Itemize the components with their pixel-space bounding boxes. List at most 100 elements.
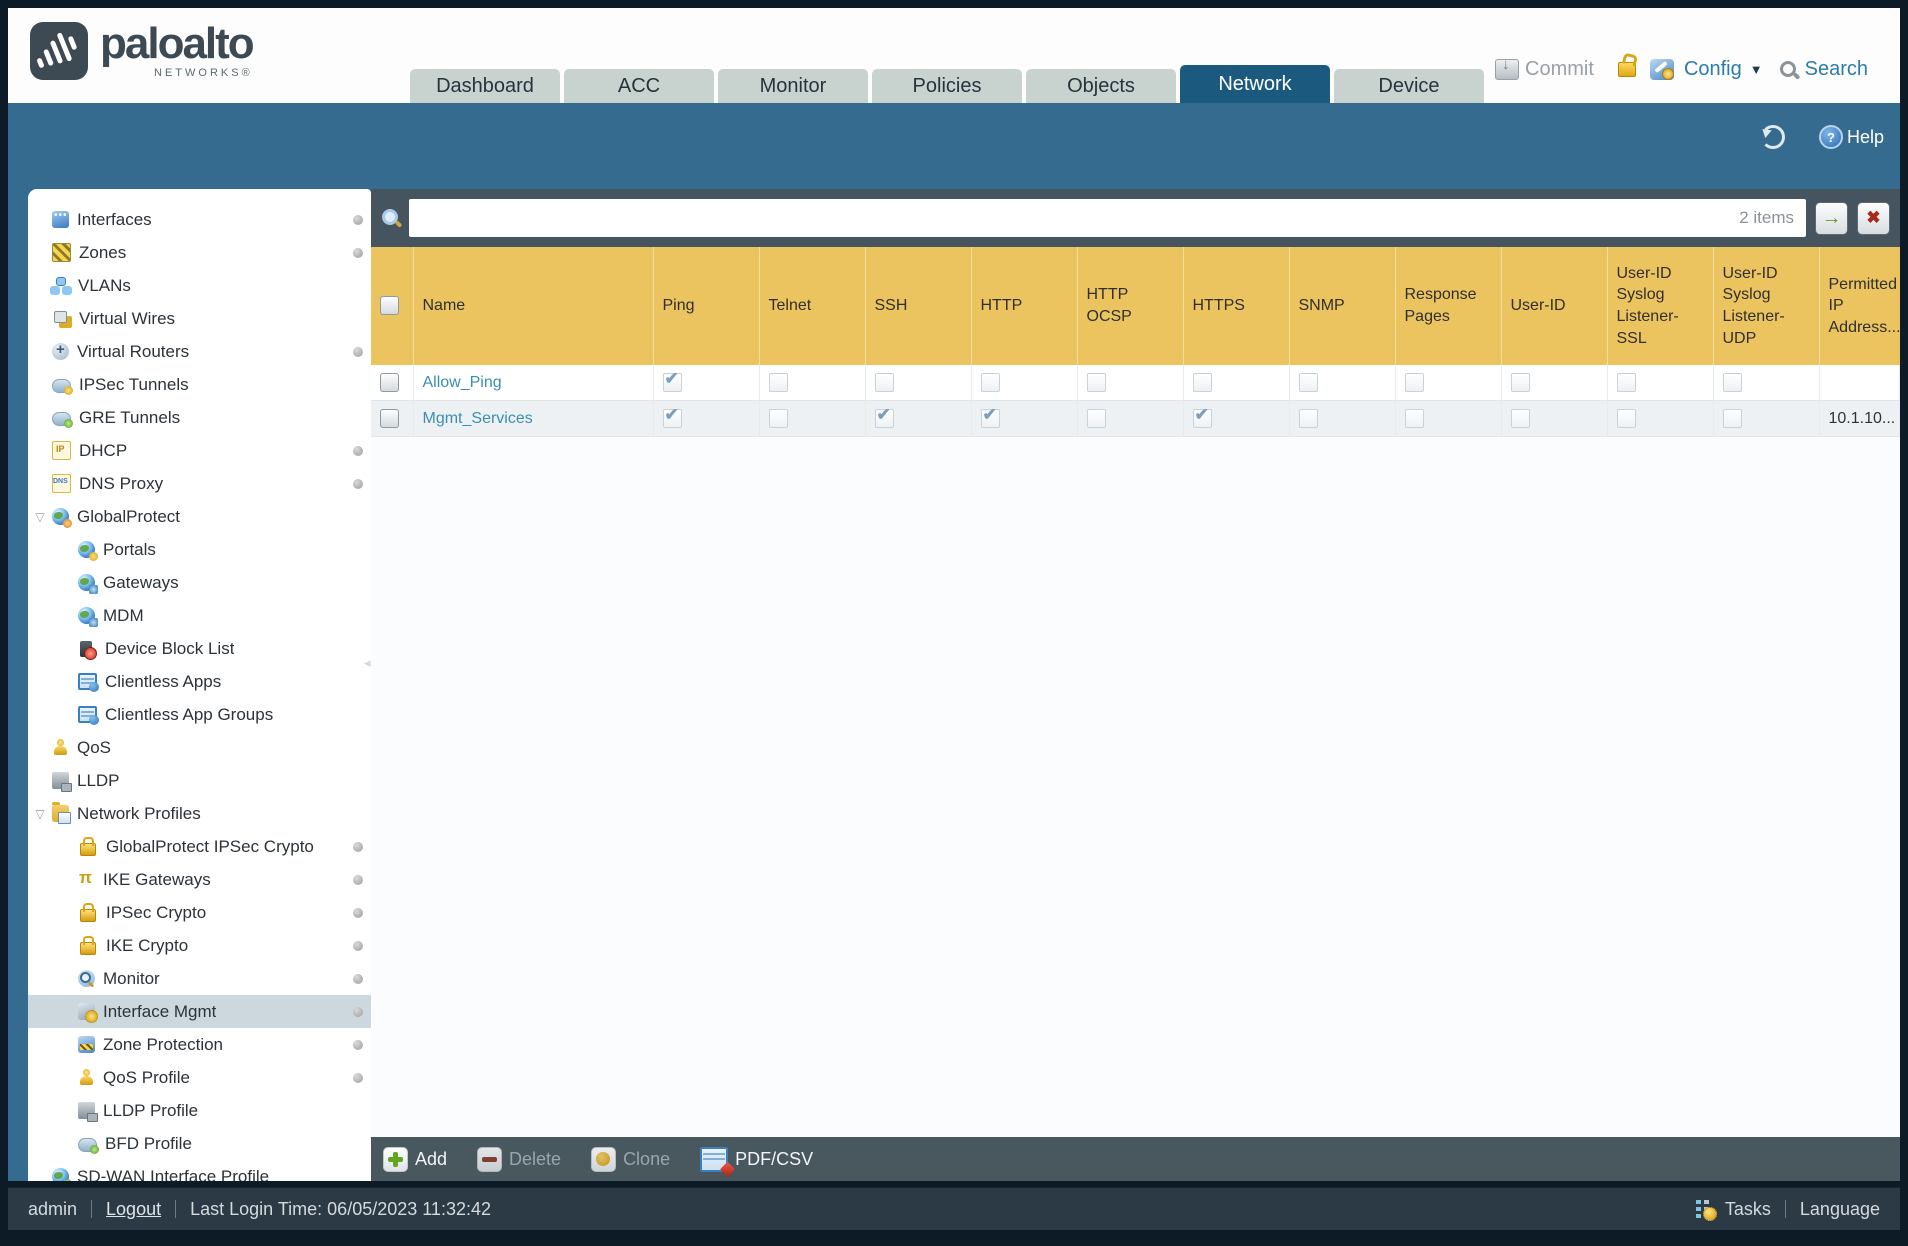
sidebar-item-virtual-routers[interactable]: Virtual Routers bbox=[28, 335, 371, 368]
http-ocsp-checkbox bbox=[1086, 373, 1106, 392]
lldp-profile-icon bbox=[78, 1102, 98, 1122]
column-header-response-pages[interactable]: Response Pages bbox=[1395, 247, 1502, 365]
status-dot bbox=[353, 1039, 363, 1050]
sidebar-item-globalprotect[interactable]: GlobalProtect bbox=[28, 500, 371, 533]
network-profiles-icon bbox=[52, 802, 71, 824]
status-dot bbox=[353, 874, 363, 885]
sidebar-item-ike-gateways[interactable]: IKE Gateways bbox=[28, 863, 371, 896]
sidebar-item-globalprotect-ipsec-crypto[interactable]: GlobalProtect IPSec Crypto bbox=[28, 830, 371, 863]
sidebar-item-sdwan-interface-profile[interactable]: SD-WAN Interface Profile bbox=[28, 1160, 371, 1181]
table-row: Mgmt_Services 10.1.10... bbox=[371, 400, 1900, 437]
column-header-https[interactable]: HTTPS bbox=[1183, 247, 1290, 365]
commit-button[interactable]: Commit bbox=[1525, 58, 1594, 81]
sidebar-item-monitor-profile[interactable]: Monitor bbox=[28, 962, 371, 995]
column-header-http-ocsp[interactable]: HTTP OCSP bbox=[1077, 247, 1184, 365]
sidebar-item-qos-profile[interactable]: QoS Profile bbox=[28, 1061, 371, 1094]
monitor-profile-icon bbox=[78, 970, 95, 987]
brand-subtitle: NETWORKS® bbox=[154, 67, 253, 79]
profile-link[interactable]: Allow_Ping bbox=[423, 374, 502, 391]
language-button[interactable]: Language bbox=[1800, 1199, 1880, 1220]
expand-triangle-icon[interactable] bbox=[28, 510, 52, 524]
column-header-permitted-ip[interactable]: Permitted IP Address... bbox=[1819, 247, 1900, 365]
sidebar-item-clientless-apps[interactable]: Clientless Apps bbox=[28, 665, 371, 698]
interfaces-icon bbox=[52, 210, 69, 228]
divider bbox=[91, 1200, 93, 1218]
sidebar-item-lldp-profile[interactable]: LLDP Profile bbox=[28, 1094, 371, 1127]
clear-filter-button[interactable] bbox=[1857, 201, 1890, 235]
help-icon[interactable] bbox=[1818, 125, 1843, 149]
column-header-telnet[interactable]: Telnet bbox=[759, 247, 866, 365]
unlock-icon[interactable] bbox=[1617, 62, 1636, 77]
sidebar-item-lldp[interactable]: LLDP bbox=[28, 764, 371, 797]
column-header-http[interactable]: HTTP bbox=[971, 247, 1078, 365]
response-pages-checkbox bbox=[1404, 409, 1424, 428]
tasks-button[interactable]: Tasks bbox=[1725, 1199, 1771, 1220]
column-header-ssh[interactable]: SSH bbox=[865, 247, 972, 365]
column-header-user-id-syslog-udp[interactable]: User-ID Syslog Listener-UDP bbox=[1713, 247, 1820, 365]
column-header-user-id[interactable]: User-ID bbox=[1501, 247, 1608, 365]
help-label[interactable]: Help bbox=[1847, 127, 1884, 148]
row-checkbox[interactable] bbox=[380, 373, 399, 392]
apply-filter-button[interactable] bbox=[1815, 201, 1848, 235]
row-checkbox[interactable] bbox=[380, 409, 399, 428]
tab-device[interactable]: Device bbox=[1334, 69, 1484, 103]
dns-proxy-icon bbox=[52, 474, 71, 493]
column-header-ping[interactable]: Ping bbox=[653, 247, 760, 365]
last-login-time: Last Login Time: 06/05/2023 11:32:42 bbox=[190, 1198, 491, 1219]
sidebar-item-gateways[interactable]: Gateways bbox=[28, 566, 371, 599]
sidebar-item-mdm[interactable]: MDM bbox=[28, 599, 371, 632]
global-search-button[interactable]: Search bbox=[1805, 58, 1868, 81]
paloalto-logo: paloalto NETWORKS® bbox=[30, 22, 255, 80]
status-dot bbox=[353, 841, 363, 852]
sidebar-item-portals[interactable]: Portals bbox=[28, 533, 371, 566]
add-button[interactable]: Add bbox=[383, 1146, 447, 1172]
sidebar-item-interface-mgmt[interactable]: Interface Mgmt bbox=[28, 995, 371, 1028]
sidebar-item-ike-crypto[interactable]: IKE Crypto bbox=[28, 929, 371, 962]
sidebar-item-gre-tunnels[interactable]: GRE Tunnels bbox=[28, 401, 371, 434]
tab-network[interactable]: Network bbox=[1180, 65, 1330, 103]
chevron-down-icon[interactable]: ▼ bbox=[1750, 62, 1763, 77]
tab-policies[interactable]: Policies bbox=[872, 69, 1022, 103]
expand-triangle-icon[interactable] bbox=[28, 807, 52, 821]
clone-button[interactable]: Clone bbox=[591, 1146, 670, 1172]
column-header-snmp[interactable]: SNMP bbox=[1289, 247, 1396, 365]
tab-acc[interactable]: ACC bbox=[564, 69, 714, 103]
table-toolbar: Add Delete Clone PDF/CSV bbox=[371, 1137, 1900, 1181]
sidebar-item-zone-protection[interactable]: Zone Protection bbox=[28, 1028, 371, 1061]
filter-search-input[interactable] bbox=[409, 208, 1740, 228]
lock-icon bbox=[80, 935, 96, 955]
sidebar-item-dhcp[interactable]: DHCP bbox=[28, 434, 371, 467]
tab-dashboard[interactable]: Dashboard bbox=[410, 69, 560, 103]
sidebar-item-dns-proxy[interactable]: DNS Proxy bbox=[28, 467, 371, 500]
refresh-icon[interactable] bbox=[1760, 125, 1785, 149]
sidebar-item-qos[interactable]: QoS bbox=[28, 731, 371, 764]
logout-link[interactable]: Logout bbox=[106, 1199, 161, 1220]
sidebar-collapse-handle[interactable] bbox=[364, 655, 371, 671]
network-sidebar: Interfaces Zones VLANs Virtual Wires Vir… bbox=[28, 189, 371, 1181]
sidebar-item-clientless-app-groups[interactable]: Clientless App Groups bbox=[28, 698, 371, 731]
bfd-profile-icon bbox=[78, 1138, 99, 1154]
sidebar-item-virtual-wires[interactable]: Virtual Wires bbox=[28, 302, 371, 335]
column-header-name[interactable]: Name bbox=[413, 247, 654, 365]
tab-monitor[interactable]: Monitor bbox=[718, 69, 868, 103]
sidebar-item-ipsec-tunnels[interactable]: IPSec Tunnels bbox=[28, 368, 371, 401]
profile-link[interactable]: Mgmt_Services bbox=[423, 410, 533, 427]
sub-header-band: Help bbox=[8, 103, 1900, 189]
tab-objects[interactable]: Objects bbox=[1026, 69, 1176, 103]
sidebar-item-vlans[interactable]: VLANs bbox=[28, 269, 371, 302]
sidebar-item-zones[interactable]: Zones bbox=[28, 236, 371, 269]
column-header-user-id-syslog-ssl[interactable]: User-ID Syslog Listener-SSL bbox=[1607, 247, 1714, 365]
pdf-csv-button[interactable]: PDF/CSV bbox=[700, 1146, 813, 1172]
select-all-checkbox[interactable] bbox=[380, 296, 399, 316]
content-panel: 2 items Name Ping Te bbox=[371, 189, 1900, 1181]
sidebar-item-device-block-list[interactable]: Device Block List bbox=[28, 632, 371, 665]
sidebar-item-ipsec-crypto[interactable]: IPSec Crypto bbox=[28, 896, 371, 929]
sidebar-item-network-profiles[interactable]: Network Profiles bbox=[28, 797, 371, 830]
sidebar-item-interfaces[interactable]: Interfaces bbox=[28, 203, 371, 236]
delete-button[interactable]: Delete bbox=[477, 1146, 561, 1172]
config-menu[interactable]: Config bbox=[1684, 58, 1742, 81]
gre-tunnels-icon bbox=[52, 412, 73, 428]
https-checkbox bbox=[1192, 373, 1212, 392]
sidebar-item-bfd-profile[interactable]: BFD Profile bbox=[28, 1127, 371, 1160]
top-header: paloalto NETWORKS® Dashboard ACC Monitor… bbox=[8, 8, 1900, 103]
